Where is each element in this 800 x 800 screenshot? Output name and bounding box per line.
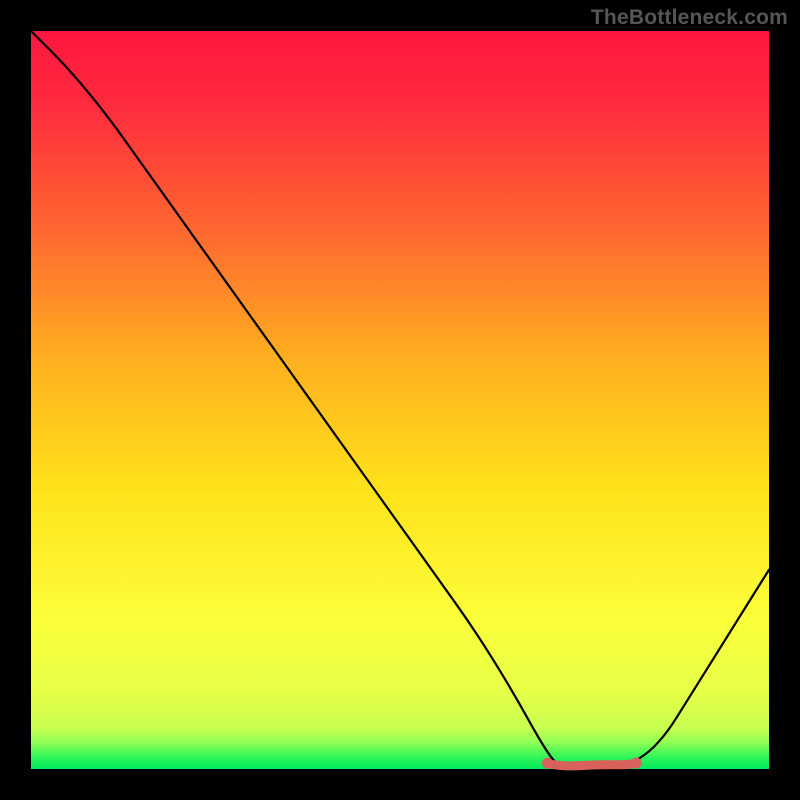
optimal-range-endpoint xyxy=(542,758,553,769)
watermark-text: TheBottleneck.com xyxy=(591,6,788,30)
optimal-range-endpoint xyxy=(631,758,642,769)
optimal-range-marker xyxy=(548,763,637,766)
bottleneck-chart xyxy=(0,0,800,800)
chart-frame: TheBottleneck.com xyxy=(0,0,800,800)
gradient-background xyxy=(31,31,769,769)
